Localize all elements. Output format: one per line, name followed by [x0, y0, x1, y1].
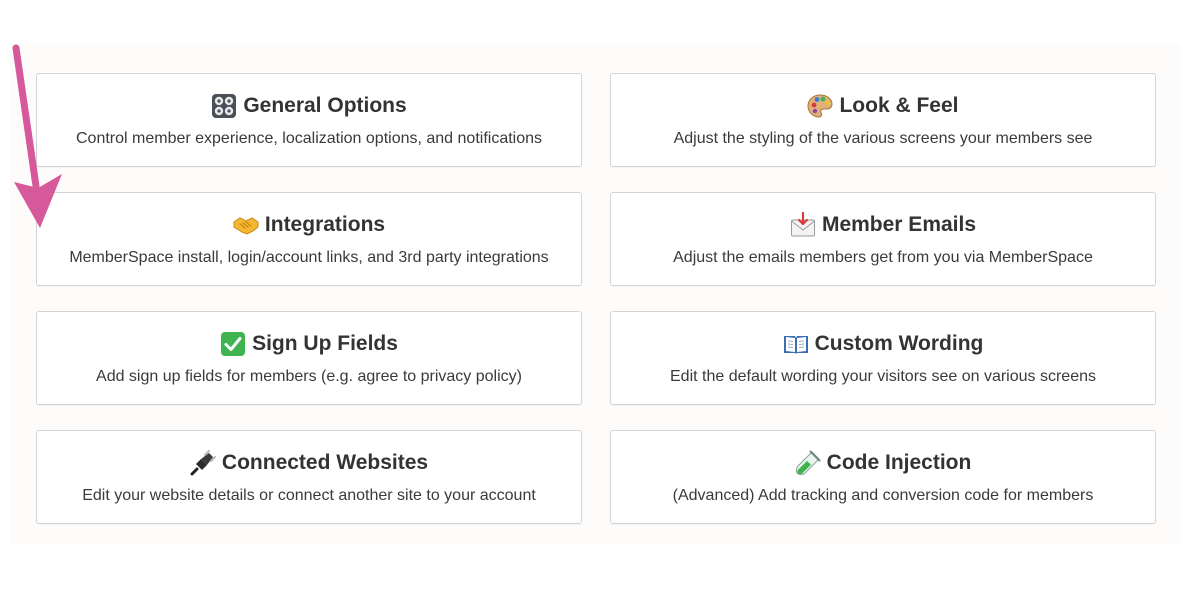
envelope-arrow-icon	[790, 212, 816, 238]
card-member-emails[interactable]: Member Emails Adjust the emails members …	[610, 192, 1156, 286]
card-title: General Options	[243, 94, 407, 117]
card-sign-up-fields[interactable]: Sign Up Fields Add sign up fields for me…	[36, 311, 582, 405]
card-title: Connected Websites	[221, 451, 429, 474]
card-title: Custom Wording	[814, 332, 984, 355]
settings-card-grid: General Options Control member experienc…	[36, 73, 1156, 524]
card-general-options[interactable]: General Options Control member experienc…	[36, 73, 582, 167]
electric-plug-icon	[190, 450, 216, 476]
card-description: (Advanced) Add tracking and conversion c…	[672, 487, 1094, 504]
card-title: Integrations	[264, 213, 386, 236]
handshake-icon	[233, 212, 259, 238]
card-description: Edit the default wording your visitors s…	[670, 368, 1096, 385]
card-description: Edit your website details or connect ano…	[82, 487, 536, 504]
card-title: Code Injection	[826, 451, 972, 474]
card-title: Sign Up Fields	[252, 332, 398, 355]
card-title: Member Emails	[821, 213, 977, 236]
card-description: MemberSpace install, login/account links…	[69, 249, 549, 266]
card-code-injection[interactable]: Code Injection (Advanced) Add tracking a…	[610, 430, 1156, 524]
control-knobs-icon	[211, 93, 237, 119]
card-integrations[interactable]: Integrations MemberSpace install, login/…	[36, 192, 582, 286]
card-description: Adjust the emails members get from you v…	[673, 249, 1093, 266]
card-description: Add sign up fields for members (e.g. agr…	[96, 368, 522, 385]
card-description: Control member experience, localization …	[75, 130, 543, 147]
check-mark-button-icon	[220, 331, 246, 357]
card-connected-websites[interactable]: Connected Websites Edit your website det…	[36, 430, 582, 524]
open-book-icon	[783, 331, 809, 357]
card-title: Look & Feel	[839, 94, 959, 117]
test-tube-icon	[795, 450, 821, 476]
settings-page: General Options Control member experienc…	[0, 0, 1200, 600]
card-custom-wording[interactable]: Custom Wording Edit the default wording …	[610, 311, 1156, 405]
card-look-and-feel[interactable]: Look & Feel Adjust the styling of the va…	[610, 73, 1156, 167]
artist-palette-icon	[807, 93, 833, 119]
card-description: Adjust the styling of the various screen…	[673, 130, 1093, 147]
